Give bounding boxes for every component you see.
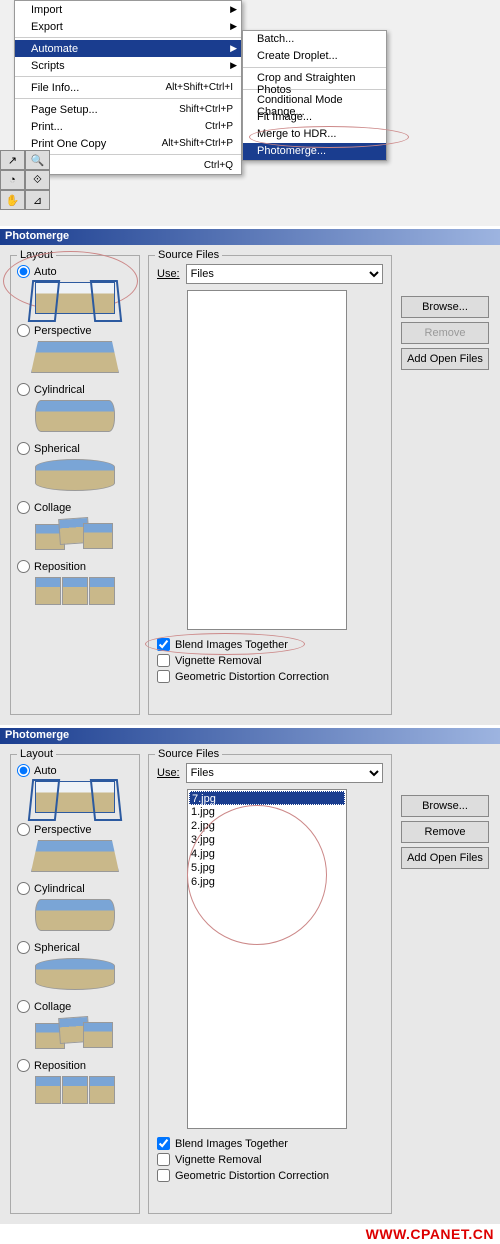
source-files-label: Source Files	[155, 249, 222, 261]
file-item[interactable]: 2.jpg	[189, 819, 345, 833]
file-item[interactable]: 5.jpg	[189, 861, 345, 875]
remove-button[interactable]: Remove	[401, 322, 489, 344]
thumb-cylindrical-icon	[35, 400, 115, 432]
tool-icon[interactable]: ↗	[0, 150, 25, 170]
source-files-group: Source Files Use: Files 7.jpg 1.jpg 2.jp…	[148, 754, 392, 1214]
thumb-collage-icon	[35, 1017, 115, 1049]
menu-separator	[15, 98, 241, 99]
photomerge-dialog-1: Photomerge Layout Auto Perspective Cylin…	[0, 229, 500, 725]
add-open-files-button[interactable]: Add Open Files	[401, 847, 489, 869]
submenu-item-merge-hdr[interactable]: Merge to HDR...	[243, 126, 386, 143]
file-item[interactable]: 3.jpg	[189, 833, 345, 847]
thumb-collage-icon	[35, 518, 115, 550]
menu-item-automate[interactable]: Automate▶	[15, 40, 241, 57]
thumb-reposition-icon	[35, 1076, 115, 1108]
submenu-item-batch[interactable]: Batch...	[243, 31, 386, 48]
thumb-perspective-icon	[31, 840, 119, 872]
thumb-perspective-icon	[31, 341, 119, 373]
remove-button[interactable]: Remove	[401, 821, 489, 843]
submenu-item-create-droplet[interactable]: Create Droplet...	[243, 48, 386, 65]
radio-spherical[interactable]: Spherical	[17, 941, 133, 954]
check-blend[interactable]: Blend Images Together	[157, 638, 383, 651]
watermark: WWW.CPANET.CN	[0, 1224, 500, 1244]
menu-item-fileinfo[interactable]: File Info...Alt+Shift+Ctrl+I	[15, 79, 241, 96]
arrow-right-icon: ▶	[230, 21, 237, 32]
tool-icon[interactable]: 🔍	[25, 150, 50, 170]
menu-item-export[interactable]: Export▶	[15, 18, 241, 35]
check-geo[interactable]: Geometric Distortion Correction	[157, 670, 383, 683]
thumb-cylindrical-icon	[35, 899, 115, 931]
check-vignette[interactable]: Vignette Removal	[157, 1153, 383, 1166]
thumb-auto-icon	[35, 781, 115, 813]
thumb-auto-icon	[35, 282, 115, 314]
submenu-item-conditional-mode[interactable]: Conditional Mode Change...	[243, 92, 386, 109]
tool-icon[interactable]: ✋	[0, 190, 25, 210]
menu-item-pagesetup[interactable]: Page Setup...Shift+Ctrl+P	[15, 101, 241, 118]
use-label: Use:	[157, 767, 180, 779]
check-blend[interactable]: Blend Images Together	[157, 1137, 383, 1150]
submenu-item-crop-straighten[interactable]: Crop and Straighten Photos	[243, 70, 386, 87]
layout-group-label: Layout	[17, 748, 56, 760]
radio-reposition[interactable]: Reposition	[17, 1059, 133, 1072]
radio-collage[interactable]: Collage	[17, 1000, 133, 1013]
dialog-title: Photomerge	[0, 728, 500, 744]
radio-perspective[interactable]: Perspective	[17, 324, 133, 337]
submenu-item-photomerge[interactable]: Photomerge...	[243, 143, 386, 160]
use-select[interactable]: Files	[186, 763, 383, 783]
radio-cylindrical[interactable]: Cylindrical	[17, 383, 133, 396]
file-menu-area: Import▶ Export▶ Automate▶ Scripts▶ File …	[0, 0, 500, 226]
tool-icon[interactable]: ⊿	[25, 190, 50, 210]
layout-group: Layout Auto Perspective Cylindrical Sphe…	[10, 754, 140, 1214]
thumb-spherical-icon	[35, 459, 115, 491]
tool-icon[interactable]: ⟐	[25, 170, 50, 190]
radio-spherical[interactable]: Spherical	[17, 442, 133, 455]
submenu-item-fit-image[interactable]: Fit Image...	[243, 109, 386, 126]
check-geo[interactable]: Geometric Distortion Correction	[157, 1169, 383, 1182]
use-select[interactable]: Files	[186, 264, 383, 284]
use-label: Use:	[157, 268, 180, 280]
file-item[interactable]: 4.jpg	[189, 847, 345, 861]
radio-auto[interactable]: Auto	[17, 764, 133, 777]
file-list[interactable]: 7.jpg 1.jpg 2.jpg 3.jpg 4.jpg 5.jpg 6.jp…	[187, 789, 347, 1129]
check-vignette[interactable]: Vignette Removal	[157, 654, 383, 667]
photomerge-dialog-2: Photomerge Layout Auto Perspective Cylin…	[0, 728, 500, 1244]
file-list[interactable]	[187, 290, 347, 630]
radio-cylindrical[interactable]: Cylindrical	[17, 882, 133, 895]
layout-group-label: Layout	[17, 249, 56, 261]
layout-group: Layout Auto Perspective Cylindrical Sphe…	[10, 255, 140, 715]
menu-separator	[15, 76, 241, 77]
radio-reposition[interactable]: Reposition	[17, 560, 133, 573]
arrow-right-icon: ▶	[230, 4, 237, 15]
menu-separator	[243, 67, 386, 68]
tool-icon[interactable]: ◔	[0, 170, 25, 190]
browse-button[interactable]: Browse...	[401, 296, 489, 318]
dialog-title: Photomerge	[0, 229, 500, 245]
file-menu-dropdown: Import▶ Export▶ Automate▶ Scripts▶ File …	[14, 0, 242, 175]
thumb-reposition-icon	[35, 577, 115, 609]
radio-auto[interactable]: Auto	[17, 265, 133, 278]
source-files-label: Source Files	[155, 748, 222, 760]
file-item[interactable]: 6.jpg	[189, 875, 345, 889]
add-open-files-button[interactable]: Add Open Files	[401, 348, 489, 370]
file-item[interactable]: 1.jpg	[189, 805, 345, 819]
thumb-spherical-icon	[35, 958, 115, 990]
toolbox: ↗🔍 ◔⟐ ✋⊿	[0, 150, 50, 210]
radio-perspective[interactable]: Perspective	[17, 823, 133, 836]
menu-item-scripts[interactable]: Scripts▶	[15, 57, 241, 74]
radio-collage[interactable]: Collage	[17, 501, 133, 514]
source-files-group: Source Files Use: Files Blend Images Tog…	[148, 255, 392, 715]
automate-submenu: Batch... Create Droplet... Crop and Stra…	[242, 30, 387, 161]
file-item[interactable]: 7.jpg	[189, 791, 345, 805]
menu-item-print[interactable]: Print...Ctrl+P	[15, 118, 241, 135]
menu-separator	[15, 37, 241, 38]
arrow-right-icon: ▶	[230, 60, 237, 71]
browse-button[interactable]: Browse...	[401, 795, 489, 817]
arrow-right-icon: ▶	[230, 43, 237, 54]
menu-item-import[interactable]: Import▶	[15, 1, 241, 18]
